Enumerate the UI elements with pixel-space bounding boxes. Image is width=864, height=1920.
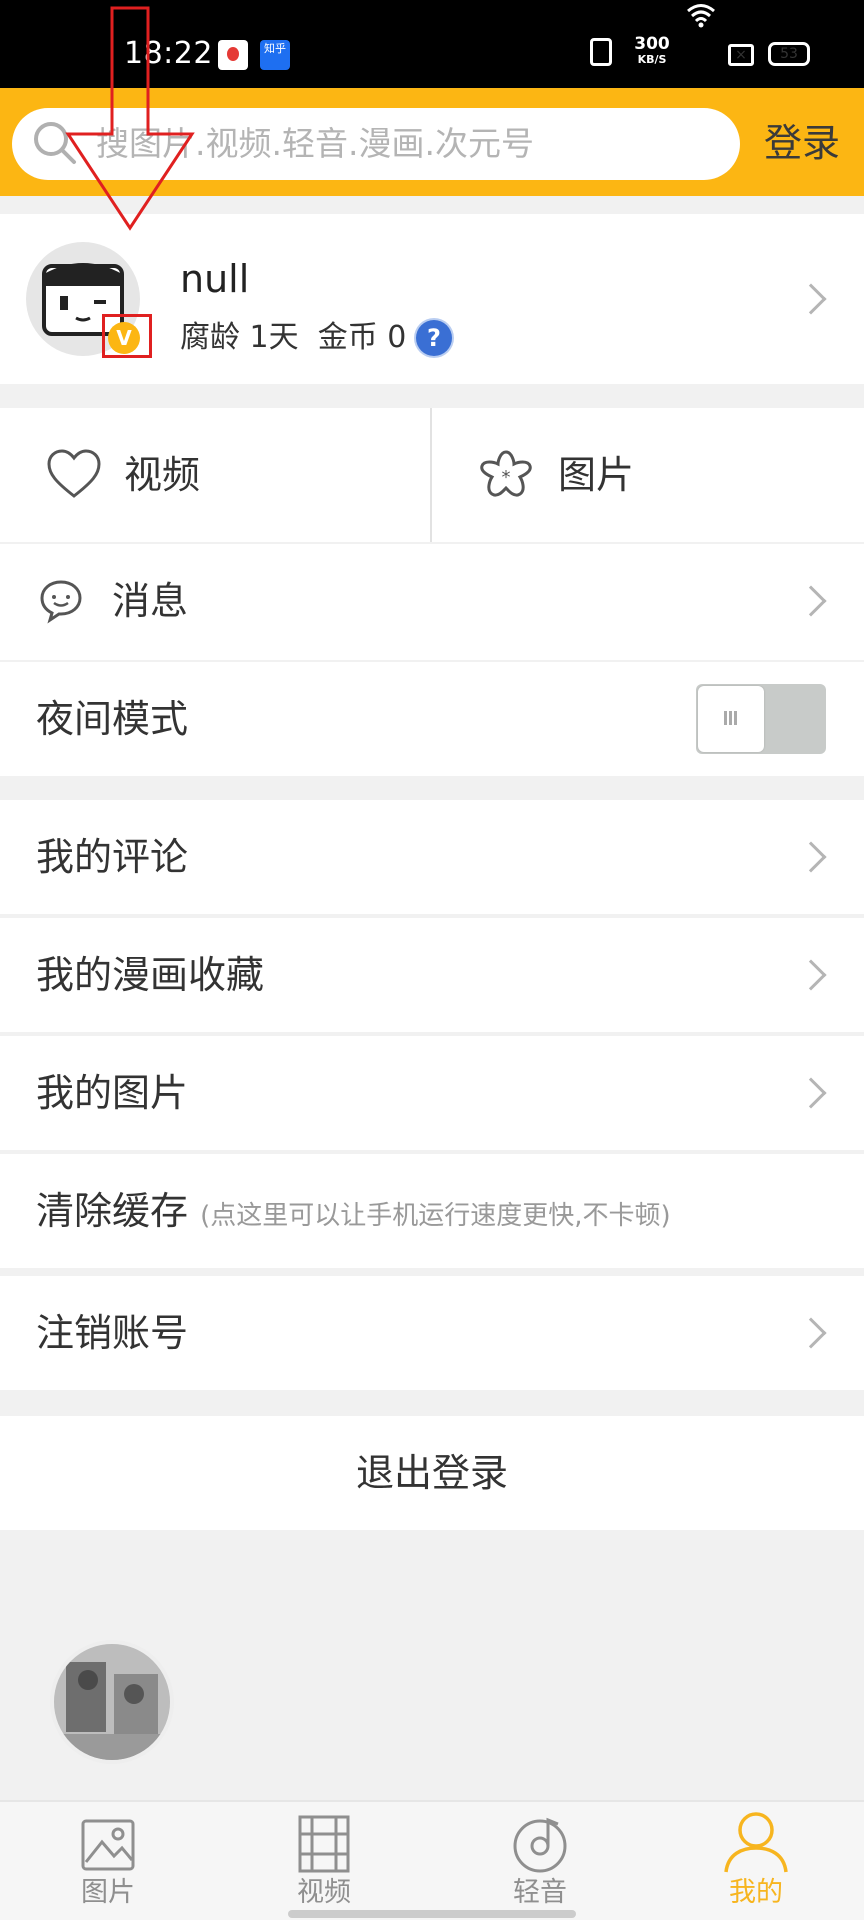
username: null — [180, 257, 250, 301]
logout-button[interactable]: 退出登录 — [0, 1450, 864, 1496]
vibrate-icon — [590, 38, 612, 66]
user-age: 腐龄 1天 — [180, 320, 299, 355]
sim-off-icon: × — [728, 44, 754, 66]
clear-cache-label: 清除缓存 (点这里可以让手机运行速度更快,不卡顿) — [36, 1188, 671, 1239]
photo-thumbnail-icon — [54, 1644, 170, 1760]
tab-videos[interactable]: 视频 — [264, 1876, 384, 1910]
network-speed-value: 300 — [634, 34, 670, 54]
clear-cache-hint: (点这里可以让手机运行速度更快,不卡顿) — [200, 1201, 671, 1231]
user-coins: 金币 0 — [317, 320, 407, 355]
home-indicator — [288, 1910, 576, 1918]
tab-audio[interactable]: 轻音 — [480, 1876, 600, 1910]
wifi-icon — [687, 4, 715, 28]
battery-indicator: 53 — [768, 42, 810, 66]
film-icon[interactable] — [296, 1814, 352, 1874]
user-meta: 腐龄 1天 金币 0 — [180, 318, 406, 358]
my-comic-favorites-label: 我的漫画收藏 — [36, 953, 265, 997]
heart-icon — [47, 449, 101, 498]
image-icon[interactable] — [80, 1818, 136, 1872]
favorite-videos-label: 视频 — [124, 453, 201, 497]
vip-badge-icon: V — [108, 322, 140, 354]
network-speed-unit: KB/S — [637, 53, 667, 66]
user-icon[interactable] — [722, 1810, 790, 1874]
svg-text:*: * — [502, 467, 511, 488]
favorite-images-label: 图片 — [558, 453, 635, 497]
clear-cache-title: 清除缓存 — [36, 1189, 189, 1233]
network-speed: 300 KB/S — [632, 36, 672, 70]
status-time: 18:22 — [124, 36, 213, 71]
my-comments-label: 我的评论 — [36, 835, 189, 879]
star-flower-icon: * — [480, 450, 532, 497]
tab-images[interactable]: 图片 — [48, 1876, 168, 1910]
search-placeholder: 搜图片.视频.轻音.漫画.次元号 — [96, 124, 534, 163]
my-images-label: 我的图片 — [36, 1071, 189, 1115]
zhihu-notification-icon: 知乎 — [260, 40, 290, 70]
night-mode-label: 夜间模式 — [36, 697, 189, 741]
help-icon[interactable]: ? — [416, 320, 452, 356]
login-button[interactable]: 登录 — [764, 120, 840, 166]
chat-bubble-icon — [40, 580, 82, 624]
toggle-knob[interactable] — [698, 686, 764, 752]
tab-mine[interactable]: 我的 — [696, 1876, 816, 1910]
deactivate-account-label: 注销账号 — [36, 1311, 189, 1355]
map-notification-icon — [218, 40, 248, 70]
search-icon — [34, 122, 76, 164]
music-disc-icon[interactable] — [510, 1814, 570, 1874]
floating-photo-button[interactable] — [50, 1640, 174, 1764]
messages-label: 消息 — [112, 579, 189, 623]
